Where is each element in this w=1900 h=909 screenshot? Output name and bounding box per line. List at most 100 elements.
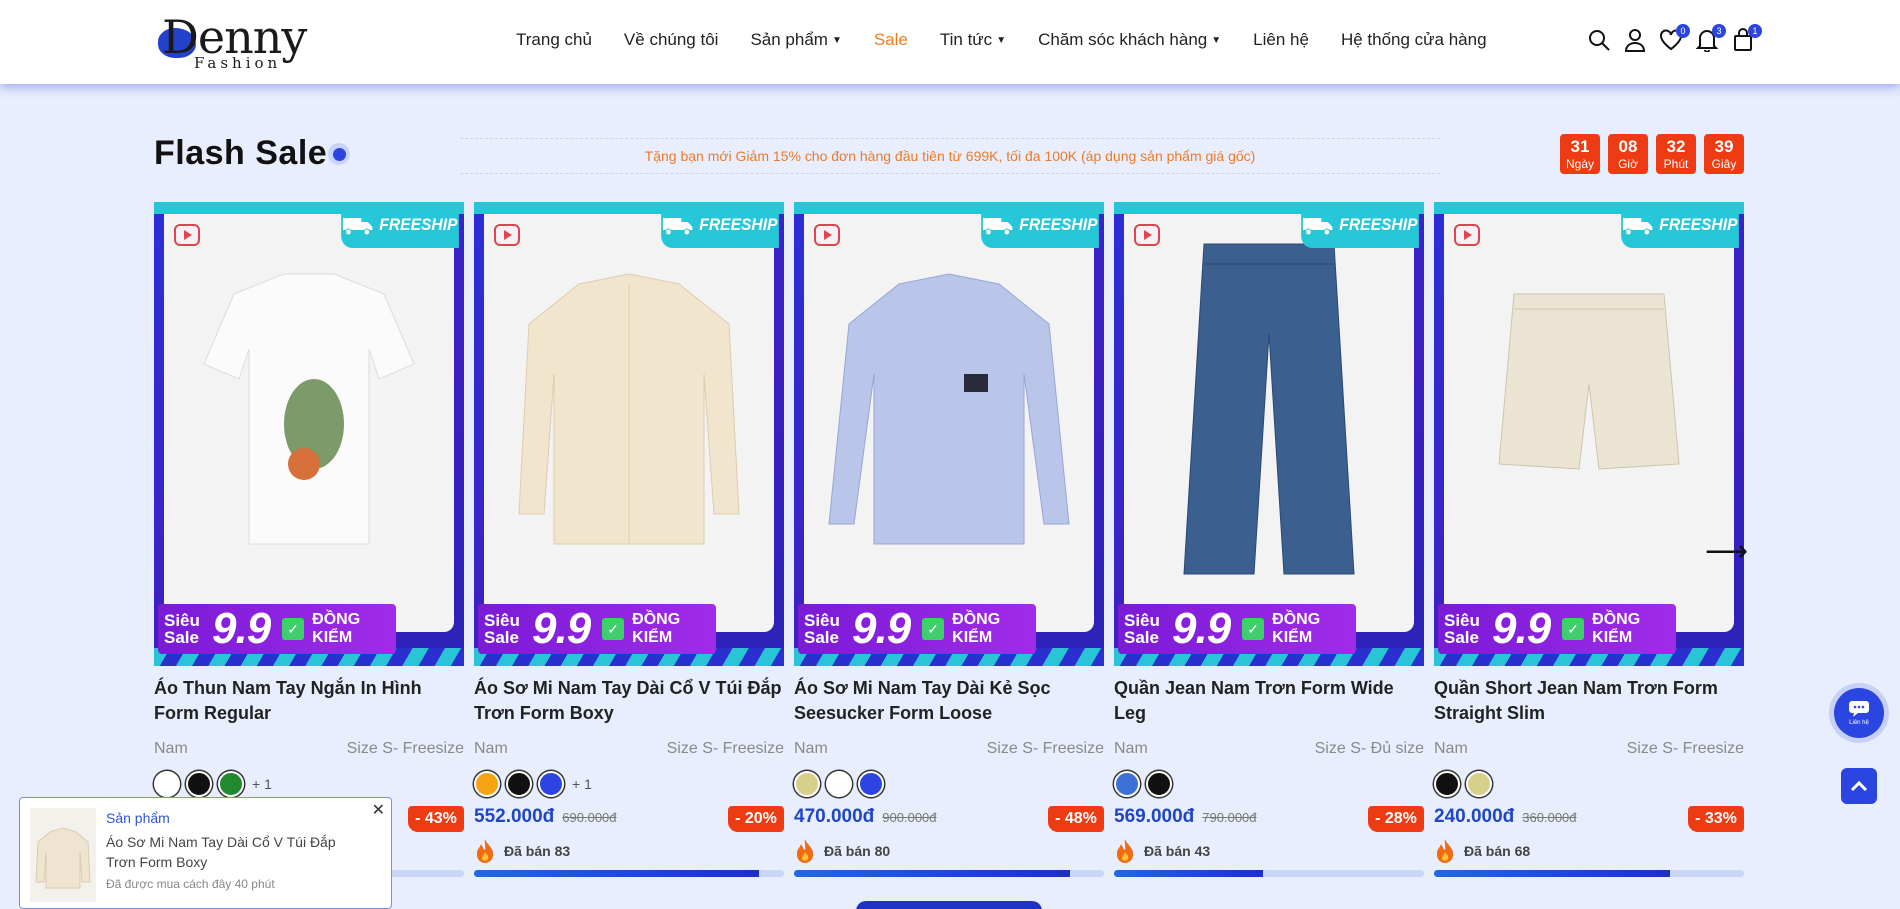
logo[interactable]: Denny Fashion <box>158 10 318 72</box>
sieu-sale-label: Siêu Sale <box>1124 612 1168 646</box>
color-swatch[interactable] <box>154 771 180 797</box>
video-icon[interactable] <box>1134 224 1160 246</box>
nav-item-7[interactable]: Hệ thống cửa hàng <box>1341 30 1487 50</box>
nav-item-3[interactable]: Sale <box>874 30 908 50</box>
color-swatch[interactable] <box>858 771 884 797</box>
bell-icon[interactable]: 3 <box>1694 24 1726 54</box>
sold-progress-fill <box>1434 870 1670 877</box>
sold-progress-fill <box>474 870 760 877</box>
sale-number: 9.9 <box>212 604 271 653</box>
dong-label: ĐỒNG <box>632 611 681 628</box>
color-swatch[interactable] <box>794 771 820 797</box>
freeship-badge: FREESHIP <box>981 202 1099 248</box>
video-icon[interactable] <box>174 224 200 246</box>
toast-category[interactable]: Sản phẩm <box>106 810 170 826</box>
color-swatch[interactable] <box>506 771 532 797</box>
nav-item-5[interactable]: Chăm sóc khách hàng ▼ <box>1038 30 1221 50</box>
price-row: 240.000đ 360.000đ - 33% <box>1434 806 1744 832</box>
video-icon[interactable] <box>1454 224 1480 246</box>
nav-item-0[interactable]: Trang chủ <box>516 30 592 50</box>
product-image[interactable]: FREESHIP Siêu Sale 9.9 ✓ ĐỒNG KIỂM <box>794 202 1104 666</box>
product-size: Size S- Freesize <box>1626 740 1744 757</box>
nav-item-1[interactable]: Về chúng tôi <box>624 30 719 50</box>
product-card[interactable]: FREESHIP Siêu Sale 9.9 ✓ ĐỒNG KIỂM Quần Jean Na… <box>1114 202 1424 877</box>
truck-icon <box>663 218 693 235</box>
product-name[interactable]: Quần Jean Nam Trơn Form Wide Leg <box>1114 676 1424 728</box>
sold-progress-bar <box>794 870 1104 877</box>
color-swatch[interactable] <box>1466 771 1492 797</box>
price-row: 552.000đ 690.000đ - 20% <box>474 806 784 832</box>
nav-item-4[interactable]: Tin tức ▼ <box>940 30 1006 50</box>
flash-sale-title: Flash Sale <box>154 134 328 172</box>
product-meta: Nam Size S- Freesize <box>154 740 464 758</box>
search-icon[interactable] <box>1586 26 1612 54</box>
sold-row: Đã bán 80 <box>794 838 1104 864</box>
product-gender: Nam <box>474 740 508 757</box>
product-photo <box>484 214 774 632</box>
nav-item-label: Trang chủ <box>516 30 592 49</box>
color-swatch[interactable] <box>474 771 500 797</box>
cart-icon[interactable]: 1 <box>1730 24 1762 54</box>
product-card[interactable]: FREESHIP Siêu Sale 9.9 ✓ ĐỒNG KIỂM Quần Short J… <box>1434 202 1744 877</box>
countdown-value: 39 <box>1714 137 1734 156</box>
countdown-timer: 31 Ngày 08 Giờ 32 Phút 39 Giây <box>1560 134 1744 174</box>
color-swatch[interactable] <box>538 771 564 797</box>
wishlist-badge: 0 <box>1676 24 1690 38</box>
nav-item-6[interactable]: Liên hệ <box>1253 30 1309 50</box>
product-image[interactable]: FREESHIP Siêu Sale 9.9 ✓ ĐỒNG KIỂM <box>474 202 784 666</box>
scroll-top-button[interactable] <box>1841 768 1877 804</box>
product-card[interactable]: FREESHIP Siêu Sale 9.9 ✓ ĐỒNG KIỂM Áo Sơ Mi Nam… <box>474 202 784 877</box>
toast-product-name[interactable]: Áo Sơ Mi Nam Tay Dài Cổ V Túi Đắp Trơn F… <box>106 832 366 872</box>
user-icon[interactable] <box>1622 26 1648 54</box>
sold-count: Đã bán 68 <box>1464 843 1531 859</box>
more-colors[interactable]: + 1 <box>572 776 592 792</box>
color-swatch[interactable] <box>826 771 852 797</box>
product-image[interactable]: FREESHIP Siêu Sale 9.9 ✓ ĐỒNG KIỂM <box>1114 202 1424 666</box>
color-swatch[interactable] <box>1146 771 1172 797</box>
sale-label: Sale <box>164 628 199 647</box>
color-swatch[interactable] <box>1434 771 1460 797</box>
heart-icon[interactable]: 0 <box>1658 24 1690 54</box>
sold-count: Đã bán 83 <box>504 843 571 859</box>
toast-product-image[interactable] <box>30 808 96 902</box>
product-name[interactable]: Quần Short Jean Nam Trơn Form Straight S… <box>1434 676 1744 728</box>
chat-button[interactable]: Liên hệ <box>1834 688 1884 738</box>
product-image[interactable]: FREESHIP Siêu Sale 9.9 ✓ ĐỒNG KIỂM <box>154 202 464 666</box>
product-photo <box>164 214 454 632</box>
close-icon[interactable]: ✕ <box>372 800 385 820</box>
nav-item-2[interactable]: Sản phẩm ▼ <box>750 30 841 50</box>
truck-icon <box>983 218 1013 235</box>
check-icon: ✓ <box>602 618 625 640</box>
toast-time: Đã được mua cách đây 40 phút <box>106 877 275 891</box>
color-swatch[interactable] <box>1114 771 1140 797</box>
original-price: 360.000đ <box>1522 810 1577 825</box>
color-swatch[interactable] <box>218 771 244 797</box>
product-name[interactable]: Áo Sơ Mi Nam Tay Dài Kẻ Sọc Seesucker Fo… <box>794 676 1104 728</box>
product-name[interactable]: Áo Thun Nam Tay Ngắn In Hình Form Regula… <box>154 676 464 728</box>
view-more-button[interactable] <box>856 901 1042 909</box>
product-card[interactable]: FREESHIP Siêu Sale 9.9 ✓ ĐỒNG KIỂM Áo Sơ Mi Nam… <box>794 202 1104 877</box>
nav-item-label: Chăm sóc khách hàng <box>1038 30 1208 49</box>
product-size: Size S- Freesize <box>666 740 784 757</box>
carousel-next-arrow-icon[interactable]: ⟶ <box>1705 534 1748 569</box>
more-colors[interactable]: + 1 <box>252 776 272 792</box>
color-swatch[interactable] <box>186 771 212 797</box>
nav-item-label: Về chúng tôi <box>623 30 719 49</box>
video-icon[interactable] <box>494 224 520 246</box>
countdown-label: Ngày <box>1565 157 1594 171</box>
video-icon[interactable] <box>814 224 840 246</box>
sieu-sale-label: Siêu Sale <box>1444 612 1488 646</box>
freeship-badge: FREESHIP <box>1301 202 1419 248</box>
countdown-label: Giờ <box>1618 157 1638 171</box>
sold-row: Đã bán 68 <box>1434 838 1744 864</box>
product-image[interactable]: FREESHIP Siêu Sale 9.9 ✓ ĐỒNG KIỂM <box>1434 202 1744 666</box>
product-card[interactable]: FREESHIP Siêu Sale 9.9 ✓ ĐỒNG KIỂM Áo Thun Nam … <box>154 202 464 877</box>
product-name[interactable]: Áo Sơ Mi Nam Tay Dài Cổ V Túi Đắp Trơn F… <box>474 676 784 728</box>
product-size: Size S- Freesize <box>986 740 1104 757</box>
discount-badge: - 48% <box>1048 806 1104 832</box>
dong-label: ĐỒNG <box>1592 611 1641 628</box>
kiem-label: KIỂM <box>952 629 993 646</box>
kiem-label: KIỂM <box>1272 629 1313 646</box>
sold-row: Đã bán 43 <box>1114 838 1424 864</box>
check-icon: ✓ <box>1562 618 1585 640</box>
